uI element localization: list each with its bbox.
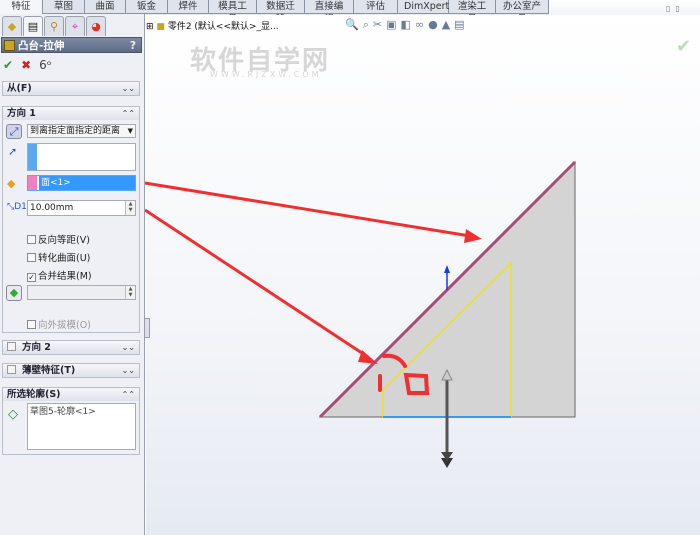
config-icon: ⚲: [49, 20, 59, 33]
expand-chevron-icon[interactable]: ⌄⌄: [122, 364, 135, 377]
collapse-chevron-icon[interactable]: ⌃⌃: [122, 388, 135, 401]
face-selection-field[interactable]: 面<1>: [27, 175, 136, 191]
color-wheel-icon: ◕: [91, 20, 101, 33]
depth-spinner[interactable]: ▲ ▼: [125, 201, 135, 215]
display-manager-tab[interactable]: ◕: [86, 16, 106, 36]
thin-feature-checkbox[interactable]: [7, 365, 16, 374]
property-icon: ▤: [27, 20, 39, 33]
group-from: 从(F) ⌄⌄: [2, 81, 140, 96]
panel-title-bar: 凸台-拉伸?: [1, 37, 142, 53]
expand-chevron-icon[interactable]: ⌄⌄: [122, 82, 135, 95]
reverse-direction-icon[interactable]: ⤢: [6, 124, 22, 139]
draft-toggle-icon[interactable]: ◆: [6, 285, 22, 301]
feature-manager-tab[interactable]: ◆: [2, 16, 22, 36]
cancel-x-icon[interactable]: ✖: [21, 58, 31, 72]
group-direction1-header[interactable]: 方向 1 ⌃⌃: [3, 107, 139, 120]
group-direction2: 方向 2 ⌄⌄: [2, 340, 140, 355]
draft-outward-checkbox[interactable]: 向外拔模(O): [27, 317, 91, 331]
depth-dimension-icon: ⤡D1: [7, 202, 27, 212]
group-thin-feature: 薄壁特征(T) ⌄⌄: [2, 363, 140, 378]
group-thin-feature-header[interactable]: 薄壁特征(T) ⌄⌄: [3, 364, 139, 377]
annotation-arrow-2: [144, 208, 369, 359]
dropdown-arrow-icon: ▼: [127, 127, 133, 135]
reverse-offset-checkbox[interactable]: 反向等距(V): [27, 232, 90, 246]
help-button[interactable]: ?: [130, 38, 136, 54]
draft-spinner[interactable]: ▲ ▼: [125, 286, 135, 299]
depth-input[interactable]: 10.00mm ▲ ▼: [27, 200, 136, 216]
draft-angle-input[interactable]: ▲ ▼: [27, 285, 136, 300]
direction-vector-field[interactable]: [27, 143, 136, 171]
group-from-header[interactable]: 从(F) ⌄⌄: [3, 82, 139, 95]
preview-glasses-icon[interactable]: 6ᵒ: [39, 58, 52, 72]
panel-collapse-handle[interactable]: [144, 318, 150, 338]
face-selection-value: 面<1>: [39, 176, 135, 190]
expand-chevron-icon[interactable]: ⌄⌄: [122, 341, 135, 354]
merge-result-checkbox[interactable]: ✓ 合并结果(M): [27, 268, 92, 282]
ok-check-icon[interactable]: ✔: [3, 58, 13, 72]
annotation-arrow-1: [144, 181, 471, 238]
end-condition-select[interactable]: 到离指定面指定的距离 ▼: [27, 124, 136, 138]
property-manager-tab[interactable]: ▤: [23, 16, 43, 36]
dimxpert-manager-tab[interactable]: ⌖: [65, 16, 85, 36]
direction-arrowhead-blue: [444, 265, 450, 273]
contour-diamond-icon: ◇: [8, 407, 18, 422]
feature-tree-icon: ◆: [7, 20, 17, 33]
configuration-manager-tab[interactable]: ⚲: [44, 16, 64, 36]
translate-surface-checkbox[interactable]: 转化曲面(U): [27, 250, 90, 264]
collapse-chevron-icon[interactable]: ⌃⌃: [122, 107, 135, 120]
direction2-checkbox[interactable]: [7, 342, 16, 351]
face-selection-icon: ◆: [7, 177, 16, 190]
panel-title: 凸台-拉伸: [18, 40, 65, 52]
contours-list[interactable]: 草图5-轮廓<1>: [27, 403, 136, 450]
contour-item[interactable]: 草图5-轮廓<1>: [30, 407, 96, 417]
crosshair-icon: ⌖: [71, 20, 79, 33]
group-direction2-header[interactable]: 方向 2 ⌄⌄: [3, 341, 139, 354]
face-color-swatch: [28, 176, 37, 190]
boss-extrude-icon: [4, 40, 15, 51]
group-contours-header[interactable]: 所选轮廓(S) ⌃⌃: [3, 388, 139, 401]
property-manager: ◆ ▤ ⚲ ⌖ ◕ 凸台-拉伸? ✔ ✖ 6ᵒ 从(F) ⌄⌄ 方向 1 ⌃⌃ ⤢ …: [0, 14, 145, 535]
direction-vector-icon: ➚: [8, 145, 18, 158]
direction-color-swatch: [28, 144, 37, 170]
